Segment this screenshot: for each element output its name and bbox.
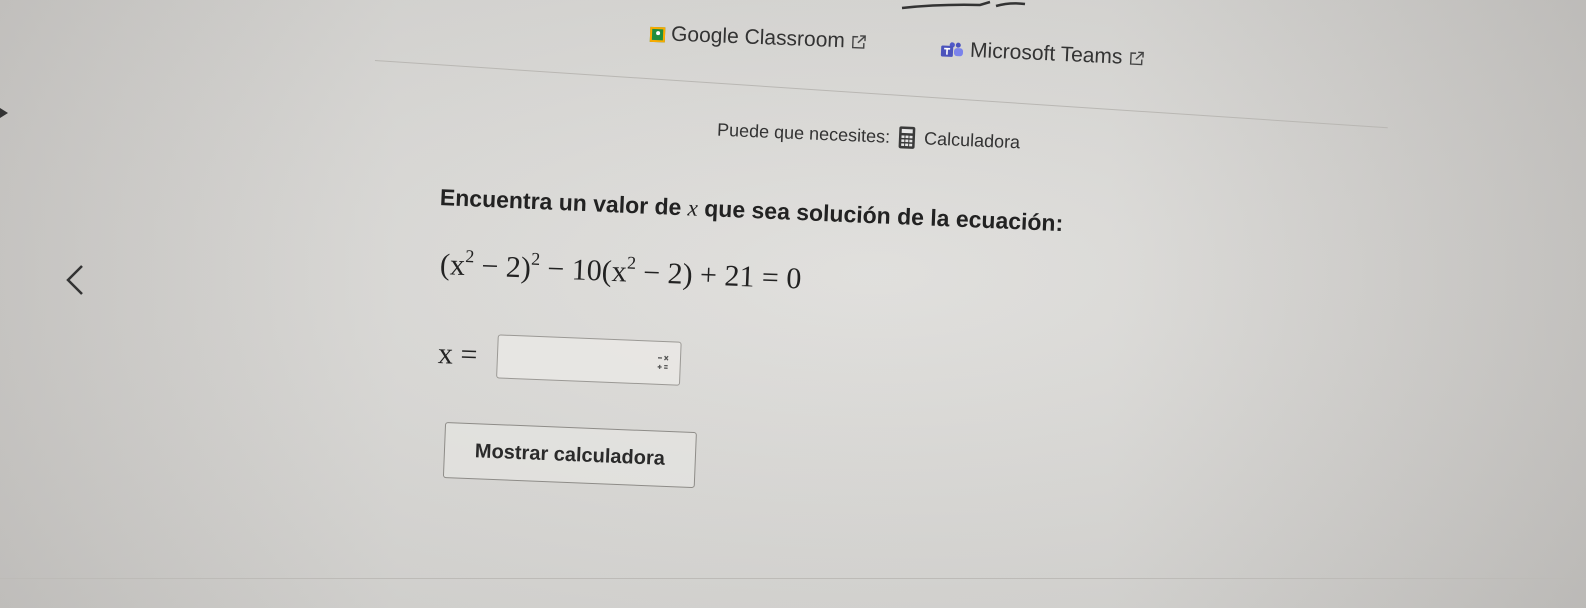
show-calculator-button[interactable]: Mostrar calculadora (442, 422, 697, 489)
equation-part-2: − 10(x (539, 252, 628, 289)
equation-middle: − 2) (473, 249, 532, 285)
answer-label: x = (437, 337, 479, 372)
external-link-icon (1129, 51, 1144, 66)
equation-open: (x (439, 248, 466, 282)
calculator-icon (898, 126, 916, 149)
google-classroom-label: Google Classroom (670, 22, 846, 53)
calculator-tool-link[interactable]: Calculadora (898, 125, 1021, 154)
answer-row: x = (437, 332, 683, 386)
math-keypad-icon[interactable] (656, 353, 671, 374)
chevron-left-icon (66, 265, 83, 295)
footer-divider (0, 578, 1586, 579)
tools-intro-label: Puede que necesites: (716, 119, 891, 147)
header-divider (374, 60, 1388, 129)
microsoft-teams-logo-icon (940, 42, 964, 57)
prompt-text-before: Encuentra un valor de (439, 184, 682, 221)
screen-vignette (0, 0, 1586, 608)
calculator-tool-label: Calculadora (923, 127, 1021, 152)
previous-button[interactable] (40, 244, 110, 316)
question-equation: (x2 − 2)2 − 10(x2 − 2) + 21 = 0 (439, 246, 802, 296)
google-classroom-logo-icon (649, 26, 666, 42)
equation-part-3: − 2) + 21 = 0 (635, 255, 802, 296)
prompt-variable: x (687, 195, 699, 221)
google-classroom-link[interactable]: Google Classroom (649, 22, 868, 54)
external-link-icon (851, 35, 866, 49)
left-edge-marker (0, 108, 8, 118)
cropped-heading-fragment (901, 0, 1026, 10)
microsoft-teams-label: Microsoft Teams (969, 38, 1123, 69)
microsoft-teams-link[interactable]: Microsoft Teams (940, 37, 1145, 70)
answer-input[interactable] (496, 334, 683, 386)
question-prompt: Encuentra un valor de x que sea solución… (439, 184, 1063, 237)
tools-row: Puede que necesites: Calculadora (717, 118, 1021, 155)
prompt-text-after: que sea solución de la ecuación: (703, 195, 1064, 237)
